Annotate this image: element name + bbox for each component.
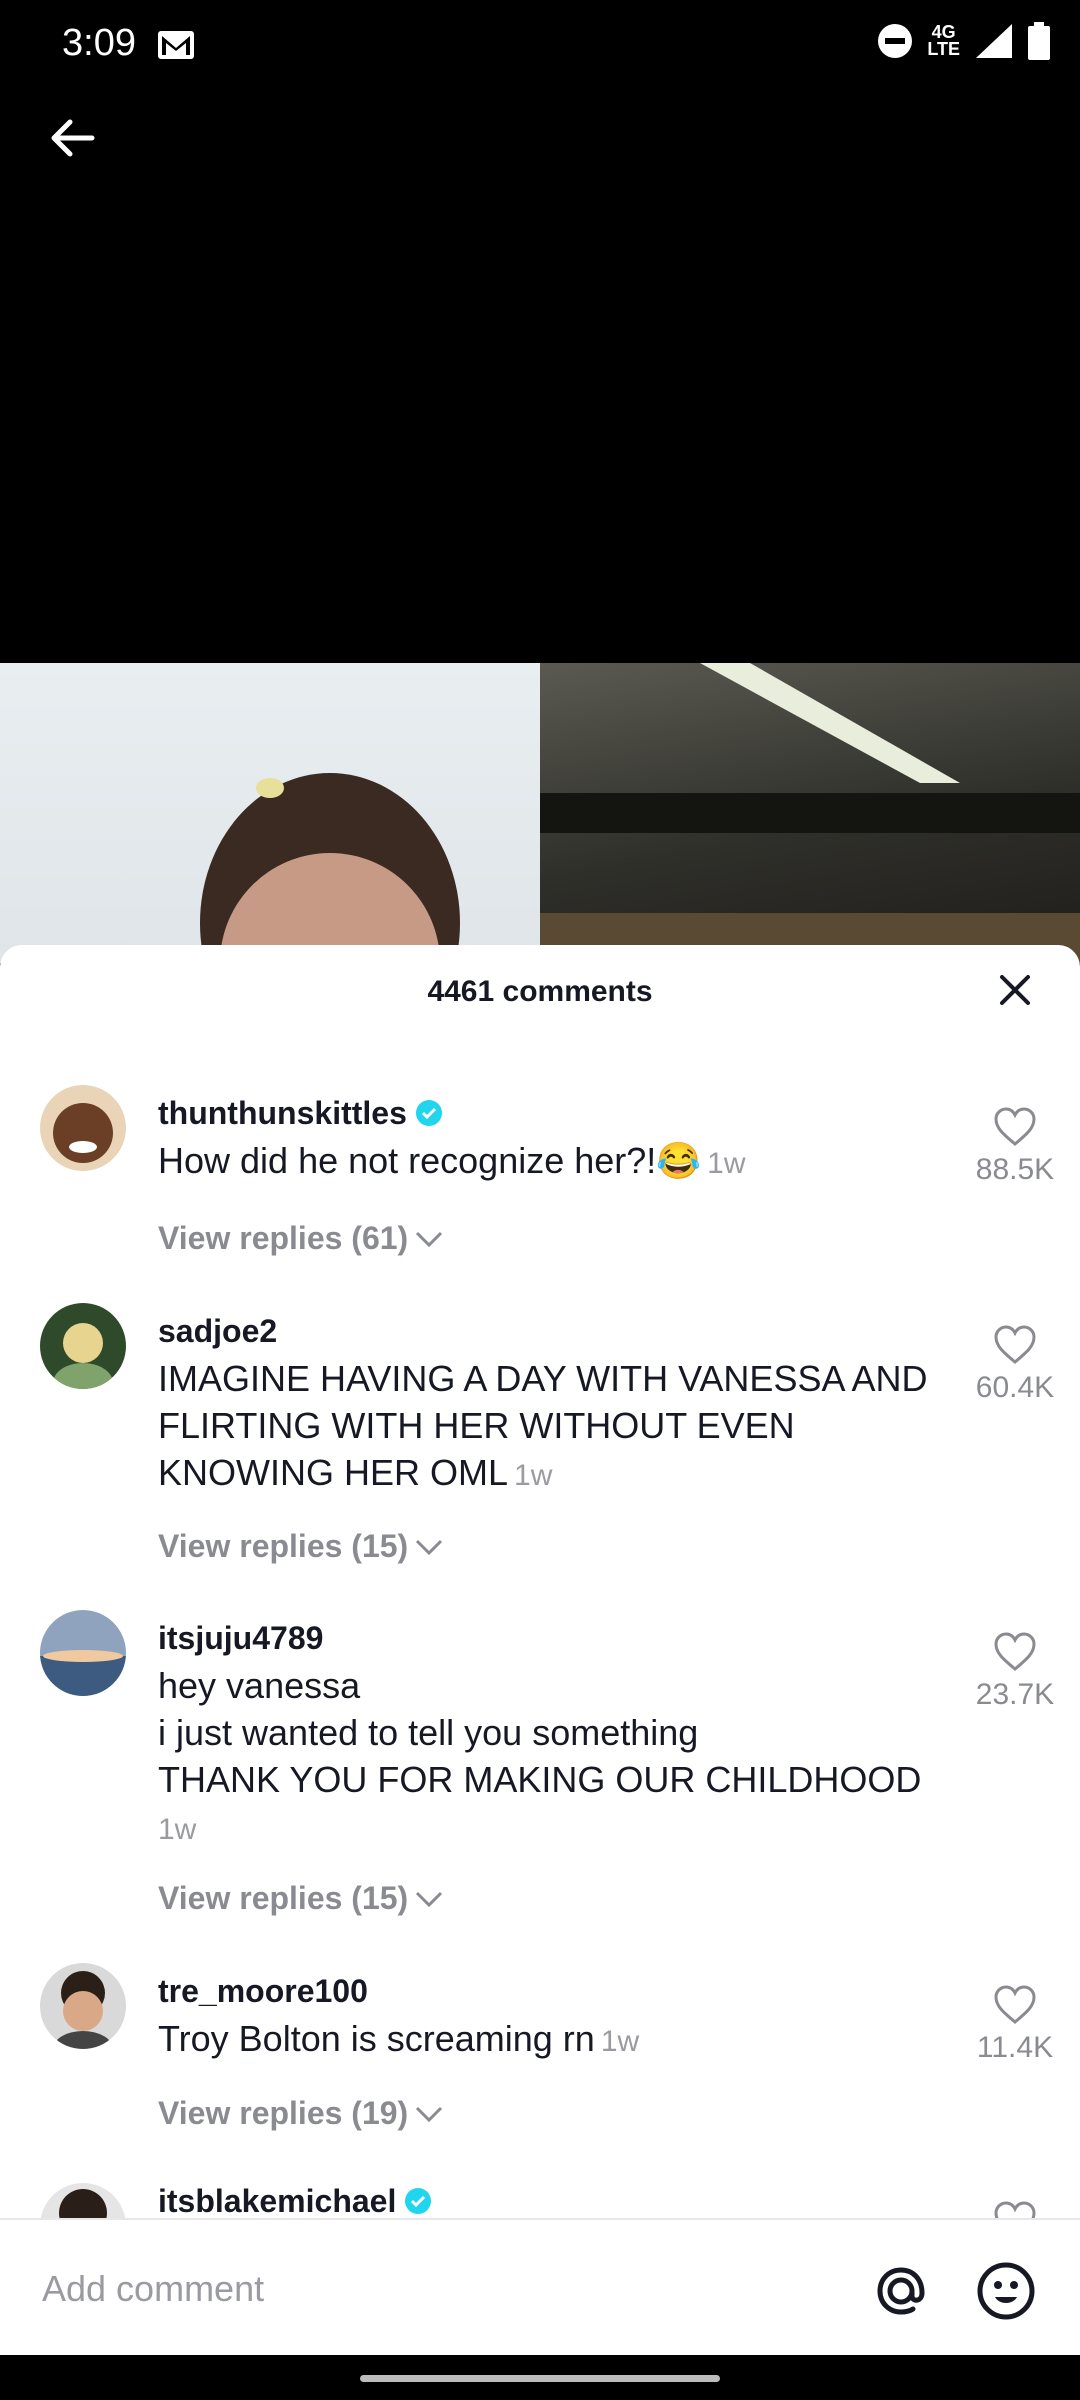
do-not-disturb-icon bbox=[878, 24, 913, 58]
home-gesture-bar[interactable] bbox=[360, 2375, 720, 2382]
comment-text: Troy Bolton is screaming rn 1w bbox=[158, 2015, 948, 2065]
username-text: thunthunskittles bbox=[158, 1095, 407, 1131]
avatar[interactable] bbox=[40, 1963, 126, 2049]
heart-icon bbox=[994, 1985, 1036, 2024]
username-text: itsblakemichael bbox=[158, 2183, 397, 2218]
view-replies-label: View replies (15) bbox=[158, 1880, 409, 1916]
like-count: 11.4K bbox=[976, 2031, 1054, 2064]
comments-count-title: 4461 comments bbox=[427, 975, 653, 1008]
room-image bbox=[540, 663, 1080, 963]
comment-text: hey vanessa i just wanted to tell you so… bbox=[158, 1662, 948, 1853]
battery-icon bbox=[1028, 22, 1050, 60]
view-replies-button[interactable]: View replies (19) bbox=[158, 2095, 444, 2132]
like-button[interactable]: 60.4K bbox=[960, 1325, 1070, 1405]
comment-username[interactable]: thunthunskittles bbox=[158, 1095, 443, 1132]
heart-icon bbox=[994, 1107, 1036, 1146]
avatar[interactable] bbox=[40, 2183, 126, 2218]
status-bar: 3:09 4G LTE bbox=[0, 0, 1080, 95]
like-button[interactable]: 23.7K bbox=[960, 1632, 1070, 1712]
like-button[interactable]: 88.5K bbox=[960, 1107, 1070, 1187]
comment-body: Troy Bolton is screaming rn bbox=[158, 2018, 595, 2059]
system-nav-bar bbox=[0, 2355, 1080, 2400]
comment-time: 1w bbox=[514, 1459, 553, 1492]
view-replies-button[interactable]: View replies (61) bbox=[158, 1220, 444, 1257]
like-count: 88.5K bbox=[975, 1153, 1055, 1186]
view-replies-button[interactable]: View replies (15) bbox=[158, 1880, 444, 1917]
add-comment-input[interactable]: Add comment bbox=[42, 2268, 264, 2310]
status-time: 3:09 bbox=[62, 22, 136, 64]
chevron-down-icon bbox=[416, 1891, 443, 1907]
heart-icon bbox=[994, 2201, 1036, 2218]
verified-badge-icon bbox=[405, 2188, 432, 2214]
comment-text: How did he not recognize her?!😂 1w bbox=[158, 1137, 948, 1187]
comment-username[interactable]: itsblakemichael bbox=[158, 2183, 432, 2218]
comments-sheet: 4461 comments thunthunskittles How did h… bbox=[0, 945, 1080, 2355]
back-arrow-icon[interactable] bbox=[40, 108, 104, 172]
view-replies-label: View replies (61) bbox=[158, 1220, 409, 1256]
view-replies-label: View replies (19) bbox=[158, 2095, 409, 2131]
like-count: 23.7K bbox=[975, 1678, 1055, 1711]
gmail-icon bbox=[158, 31, 194, 59]
view-replies-button[interactable]: View replies (15) bbox=[158, 1528, 444, 1565]
close-icon[interactable] bbox=[990, 965, 1040, 1015]
comment-text: IMAGINE HAVING A DAY WITH VANESSA AND FL… bbox=[158, 1355, 948, 1499]
chevron-down-icon bbox=[416, 1539, 443, 1555]
video-frame-left bbox=[0, 663, 540, 963]
avatar[interactable] bbox=[40, 1610, 126, 1696]
comment-time: 1w bbox=[158, 1813, 197, 1846]
avatar[interactable] bbox=[40, 1303, 126, 1389]
video-preview[interactable] bbox=[0, 663, 1080, 963]
signal-icon bbox=[976, 24, 1012, 58]
verified-badge-icon bbox=[415, 1100, 442, 1126]
heart-icon bbox=[994, 1632, 1036, 1671]
chevron-down-icon bbox=[416, 1231, 443, 1247]
comment-time: 1w bbox=[600, 2025, 640, 2058]
like-button[interactable] bbox=[960, 2201, 1070, 2218]
comment-time: 1w bbox=[707, 1147, 746, 1180]
emoji-icon[interactable] bbox=[975, 2260, 1037, 2322]
chevron-down-icon bbox=[416, 2106, 443, 2122]
view-replies-label: View replies (15) bbox=[158, 1528, 409, 1564]
comment-item: itsblakemichael bbox=[0, 2183, 1080, 2218]
like-button[interactable]: 11.4K bbox=[960, 1985, 1070, 2065]
comment-body: hey vanessa i just wanted to tell you so… bbox=[158, 1665, 922, 1800]
avatar[interactable] bbox=[40, 1085, 126, 1171]
comment-body: How did he not recognize her?!😂 bbox=[158, 1140, 702, 1181]
video-frame-right bbox=[540, 663, 1080, 963]
comment-username[interactable]: tre_moore100 bbox=[158, 1973, 368, 2010]
like-count: 60.4K bbox=[975, 1371, 1055, 1404]
network-type: 4G LTE bbox=[927, 22, 960, 59]
heart-icon bbox=[994, 1325, 1036, 1364]
mention-icon[interactable] bbox=[870, 2260, 932, 2322]
comment-username[interactable]: sadjoe2 bbox=[158, 1313, 277, 1350]
person-image bbox=[200, 773, 460, 963]
add-comment-bar: Add comment bbox=[0, 2218, 1080, 2357]
comment-username[interactable]: itsjuju4789 bbox=[158, 1620, 323, 1657]
